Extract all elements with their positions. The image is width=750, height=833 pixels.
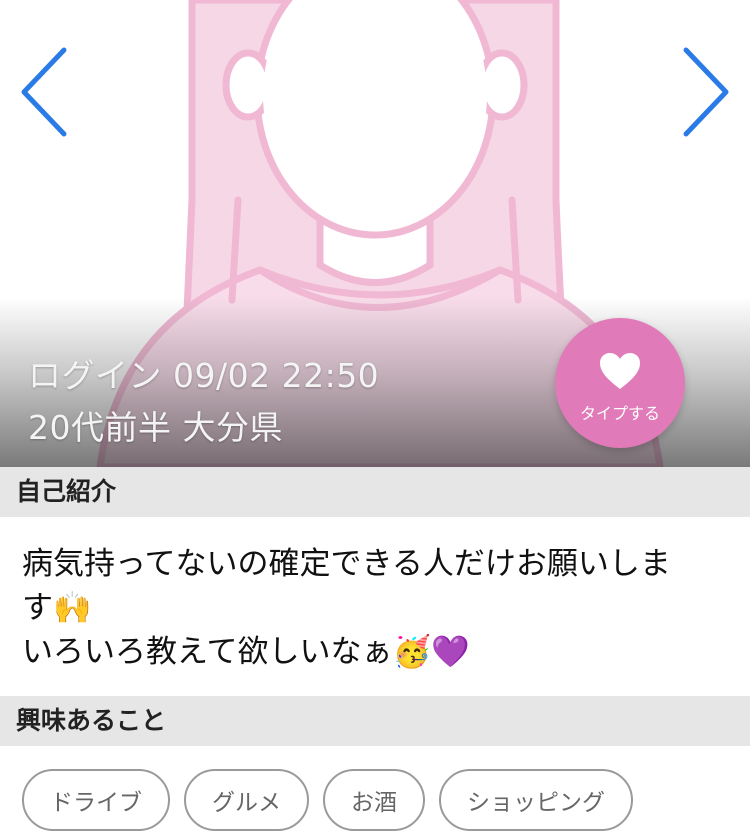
interest-tags: ドライブ グルメ お酒 ショッピング <box>22 769 633 831</box>
like-button-label: タイプする <box>579 404 660 423</box>
chevron-right-icon <box>683 47 729 137</box>
intro-section-header: 自己紹介 <box>0 467 750 517</box>
interest-tag[interactable]: お酒 <box>323 769 425 831</box>
interest-tag[interactable]: ショッピング <box>439 769 633 831</box>
intro-text: 病気持ってないの確定できる人だけお願いしま す🙌 いろいろ教えて欲しいなぁ🥳💜 <box>22 542 742 674</box>
interest-tag[interactable]: グルメ <box>184 769 309 831</box>
interests-heading: 興味あること <box>16 706 167 735</box>
interests-section-header: 興味あること <box>0 696 750 746</box>
profile-photo[interactable]: ログイン 09/02 22:50 20代前半 大分県 タイプする <box>0 0 750 467</box>
like-button[interactable]: タイプする <box>555 318 685 448</box>
last-login-text: ログイン 09/02 22:50 <box>28 356 380 395</box>
profile-meta: ログイン 09/02 22:50 20代前半 大分県 <box>28 350 379 454</box>
age-location-text: 20代前半 大分県 <box>28 408 283 447</box>
intro-heading: 自己紹介 <box>16 477 117 506</box>
prev-photo-button[interactable] <box>18 46 70 138</box>
heart-icon <box>600 353 640 389</box>
intro-line: いろいろ教えて欲しいなぁ🥳💜 <box>22 634 470 670</box>
interest-tag[interactable]: ドライブ <box>22 769 170 831</box>
next-photo-button[interactable] <box>680 46 732 138</box>
intro-line: す🙌 <box>22 590 92 626</box>
intro-line: 病気持ってないの確定できる人だけお願いしま <box>22 546 671 582</box>
chevron-left-icon <box>21 47 67 137</box>
